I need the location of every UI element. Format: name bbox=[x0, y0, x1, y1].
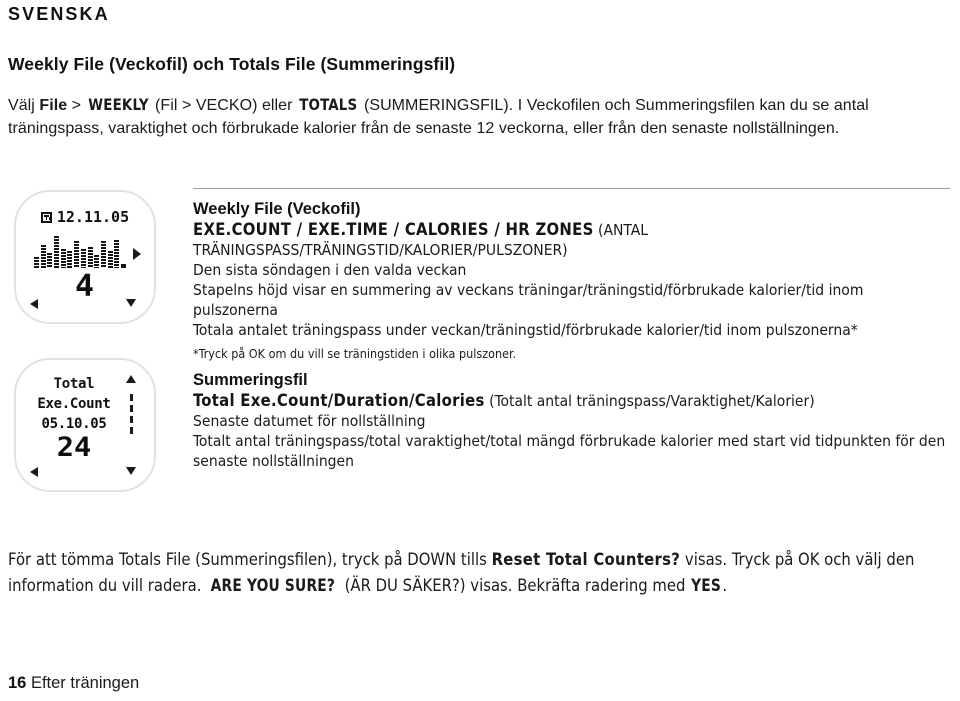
closing-text-c: (ÄR DU SÄKER?) visas. Bekräfta radering … bbox=[339, 576, 691, 595]
bar-11 bbox=[100, 241, 106, 268]
intro-paragraph: Välj File > WEEKLY (Fil > VECKO) eller T… bbox=[8, 93, 952, 140]
closing-yes-token: YES bbox=[691, 576, 722, 595]
page-footer: 16 Efter träningen bbox=[8, 674, 139, 693]
bar-8 bbox=[80, 249, 86, 268]
intro-text-b: (Fil > VECKO) eller bbox=[150, 97, 297, 114]
totals-heading: Summeringsfil bbox=[193, 371, 308, 389]
watch-totals-line1: Total bbox=[53, 376, 95, 392]
weekly-line-1: Den sista söndagen i den valda veckan bbox=[193, 261, 467, 279]
bar-13 bbox=[114, 240, 120, 268]
intro-file-token: File bbox=[39, 97, 68, 114]
watch-weekly-date-row: 12.11.05 bbox=[16, 208, 154, 226]
closing-sure-token: ARE YOU SURE? bbox=[210, 576, 336, 595]
watch-totals-value: 24 bbox=[56, 432, 92, 463]
bar-10 bbox=[94, 255, 100, 268]
calendar-icon bbox=[40, 212, 52, 223]
totals-modes-translation: (Totalt antal träningspass/Varaktighet/K… bbox=[484, 392, 815, 410]
totals-line-2: Totalt antal träningspass/total varaktig… bbox=[193, 432, 946, 470]
manual-page: SVENSKA Weekly File (Veckofil) och Total… bbox=[0, 0, 960, 701]
weekly-modes-row: EXE.COUNT / EXE.TIME / CALORIES / HR ZON… bbox=[193, 220, 950, 240]
bar-2 bbox=[40, 245, 46, 268]
arrow-left-icon bbox=[30, 299, 38, 309]
scroll-dots-icon bbox=[130, 394, 133, 438]
weekly-footnote: *Tryck på OK om du vill se träningstiden… bbox=[193, 346, 517, 361]
bar-3 bbox=[47, 253, 53, 268]
weekly-modes-translation-2: TRÄNINGSPASS/TRÄNINGSTID/KALORIER/PULSZO… bbox=[193, 241, 568, 259]
bar-5 bbox=[60, 249, 66, 268]
weekly-line-3: Totala antalet träningspass under veckan… bbox=[193, 321, 858, 339]
watch-weekly-date: 12.11.05 bbox=[56, 208, 130, 226]
watch-display-totals: Total Exe.Count 05.10.05 24 bbox=[14, 358, 156, 492]
closing-paragraph: För att tömma Totals File (Summeringsfil… bbox=[8, 547, 952, 599]
totals-file-description: Summeringsfil Total Exe.Count/Duration/C… bbox=[193, 370, 950, 471]
bar-6 bbox=[67, 251, 73, 268]
arrow-down-icon bbox=[126, 299, 136, 307]
watch-weekly-bar-chart bbox=[34, 236, 126, 268]
closing-reset-token: Reset Total Counters? bbox=[491, 550, 681, 569]
totals-modes-row: Total Exe.Count/Duration/Calories (Total… bbox=[193, 391, 950, 411]
watch-weekly-value: 4 bbox=[74, 269, 96, 304]
bar-12 bbox=[107, 251, 113, 268]
watch-totals-line3: 05.10.05 bbox=[41, 416, 107, 432]
totals-modes: Total Exe.Count/Duration/Calories bbox=[193, 391, 485, 410]
bar-4 bbox=[54, 236, 60, 268]
intro-weekly-token: WEEKLY bbox=[87, 95, 149, 114]
weekly-heading: Weekly File (Veckofil) bbox=[193, 200, 361, 218]
weekly-modes: EXE.COUNT / EXE.TIME / CALORIES / HR ZON… bbox=[193, 220, 594, 239]
bar-14 bbox=[120, 264, 126, 268]
page-title: Weekly File (Veckofil) och Totals File (… bbox=[8, 54, 456, 74]
watch-totals-line2: Exe.Count bbox=[37, 396, 111, 412]
section-divider bbox=[193, 188, 950, 189]
weekly-line-2: Stapelns höjd visar en summering av veck… bbox=[193, 281, 864, 319]
weekly-file-description: Weekly File (Veckofil) EXE.COUNT / EXE.T… bbox=[193, 199, 950, 362]
arrow-up-icon bbox=[126, 375, 136, 383]
bar-9 bbox=[87, 247, 93, 268]
watch-display-weekly: 12.11.05 4 bbox=[14, 190, 156, 324]
closing-text-a: För att tömma Totals File (Summeringsfil… bbox=[8, 550, 492, 569]
totals-line-1: Senaste datumet för nollställning bbox=[193, 412, 426, 430]
intro-gt: > bbox=[67, 97, 86, 114]
closing-text-d: . bbox=[722, 576, 728, 595]
bar-1 bbox=[34, 257, 39, 268]
arrow-down-icon bbox=[126, 467, 136, 475]
arrow-right-icon bbox=[133, 248, 141, 260]
language-header: SVENSKA bbox=[8, 4, 110, 24]
weekly-modes-translation-1: (ANTAL bbox=[593, 221, 649, 239]
footer-page-number: 16 bbox=[8, 674, 27, 692]
intro-text-a: Välj bbox=[8, 97, 40, 114]
arrow-left-icon bbox=[30, 467, 38, 477]
footer-chapter: Efter träningen bbox=[30, 674, 140, 692]
bar-7 bbox=[74, 241, 80, 268]
intro-totals-token: TOTALS bbox=[299, 95, 358, 114]
